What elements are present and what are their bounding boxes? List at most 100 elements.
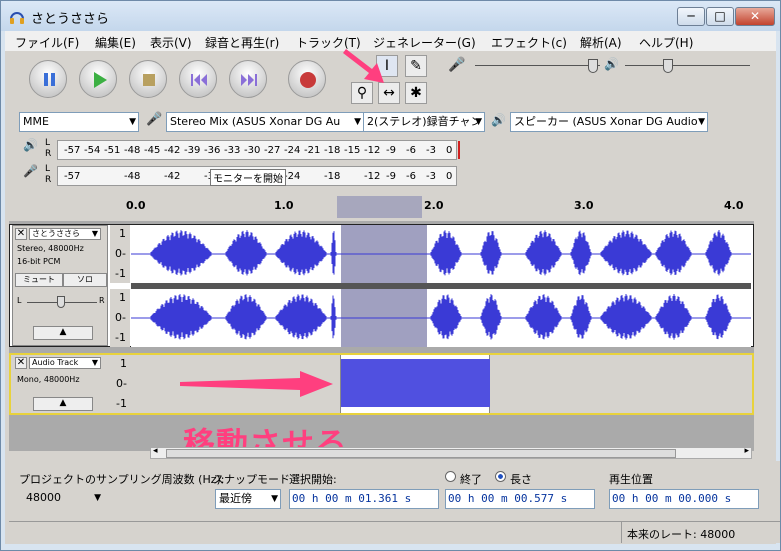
collapse-track-button[interactable]: ▲: [33, 326, 93, 340]
pan-left-label: L: [17, 296, 22, 305]
ruler-label: 4.0: [724, 199, 744, 212]
record-button[interactable]: [288, 60, 326, 98]
timeline-ruler[interactable]: 0.0 1.0 2.0 3.0 4.0: [126, 196, 748, 218]
menu-transport[interactable]: 録音と再生(r): [205, 34, 279, 51]
recording-meter-right-label: R: [45, 175, 52, 185]
monitor-tooltip: モニターを開始: [210, 169, 286, 186]
end-radio[interactable]: [445, 471, 456, 482]
selection-start-time[interactable]: 00 h 00 m 01.361 s: [289, 489, 439, 509]
playback-position-time[interactable]: 00 h 00 m 00.000 s: [609, 489, 759, 509]
speaker-icon: 🔊: [491, 113, 506, 127]
close-button[interactable]: ✕: [735, 7, 775, 26]
mono-track[interactable]: ✕ Audio Track ▼ Mono, 48000Hz ▲ 1 0- -1: [9, 353, 754, 415]
horizontal-scrollbar[interactable]: ◂ ▸: [150, 446, 752, 459]
draw-tool-button[interactable]: ✎: [405, 55, 427, 77]
minimize-button[interactable]: ─: [677, 7, 705, 26]
meter-tick: -21: [304, 145, 321, 156]
scale-label: 0-: [115, 311, 126, 324]
stop-icon: [143, 74, 155, 86]
multi-tool-button[interactable]: ✱: [405, 82, 427, 104]
meter-tick: -36: [204, 145, 221, 156]
meter-tick: -12: [364, 145, 381, 156]
speaker-icon: 🔊: [23, 138, 38, 152]
move-arrow-annotation: [180, 371, 333, 397]
meter-tick: -42: [164, 145, 181, 156]
client-area: Ⅰ ✎ ⚲ ↔ ✱ 🎤 🔊 MME ▼ 🎤 Stereo Mix (ASUS Xo…: [5, 49, 780, 544]
solo-button[interactable]: ソロ: [63, 273, 107, 287]
audio-host-value: MME: [23, 115, 49, 128]
headphones-icon: [10, 12, 24, 24]
track1-right-waveform[interactable]: [131, 289, 751, 347]
menu-edit[interactable]: 編集(E): [95, 34, 136, 51]
pan-slider[interactable]: [57, 296, 65, 308]
menu-effect[interactable]: エフェクト(c): [491, 34, 567, 51]
microphone-icon: 🎤: [448, 57, 466, 73]
scroll-left-icon: ◂: [153, 446, 158, 456]
maximize-button[interactable]: □: [706, 7, 734, 26]
playback-meter-scale: -57 -54 -51 -48 -45 -42 -39 -36 -33 -30 …: [57, 140, 460, 160]
output-volume-slider[interactable]: [663, 59, 673, 73]
skip-end-button[interactable]: [229, 60, 267, 98]
pause-button[interactable]: [29, 60, 67, 98]
scroll-thumb[interactable]: [166, 449, 676, 458]
chevron-down-icon: ▼: [129, 117, 136, 127]
meter-tick: -9: [386, 171, 396, 182]
snap-mode-label: スナップモード: [213, 473, 290, 486]
track-close-button[interactable]: ✕: [15, 228, 27, 240]
channels-select[interactable]: 2(ステレオ)録音チャン ▼: [363, 112, 485, 132]
skip-start-button[interactable]: [179, 60, 217, 98]
playback-meter-left-label: L: [45, 138, 51, 148]
scroll-right-icon: ▸: [744, 446, 749, 456]
snap-mode-select[interactable]: 最近傍 ▼: [215, 489, 281, 509]
input-device-select[interactable]: Stereo Mix (ASUS Xonar DG Au ▼: [166, 112, 364, 132]
menu-view[interactable]: 表示(V): [150, 34, 192, 51]
selection-length-time[interactable]: 00 h 00 m 00.577 s: [445, 489, 595, 509]
menu-analyze[interactable]: 解析(A): [580, 34, 622, 51]
project-rate-label: プロジェクトのサンプリング周波数 (Hz):: [19, 473, 225, 486]
meter-tick: -57: [64, 145, 81, 156]
scale-label: -1: [115, 331, 126, 344]
title-bar: さとうささら ─ □ ✕: [1, 1, 780, 31]
audio-clip[interactable]: [340, 355, 490, 413]
menu-help[interactable]: ヘルプ(H): [639, 34, 693, 51]
track-control-panel: ✕ Audio Track ▼ Mono, 48000Hz ▲: [13, 355, 109, 413]
pencil-icon: ✎: [410, 58, 422, 74]
meter-tick: -57: [64, 171, 81, 182]
recording-meter-left-label: L: [45, 164, 51, 174]
clip-indicator: [458, 141, 460, 159]
snap-mode-value: 最近傍: [219, 492, 252, 505]
collapse-track-button[interactable]: ▲: [33, 397, 93, 411]
output-device-select[interactable]: スピーカー (ASUS Xonar DG Audio ▼: [510, 112, 708, 132]
project-rate-select[interactable]: 48000 ▼: [23, 489, 103, 509]
playback-meter[interactable]: 🔊 L R -57 -54 -51 -48 -45 -42 -39 -36 -3…: [15, 138, 465, 163]
recording-meter[interactable]: 🎤 L R -57 -48 -42 -3 -24 -18 -12 -9 -6 -…: [15, 164, 465, 189]
input-volume-slider[interactable]: [588, 59, 598, 73]
stereo-track[interactable]: ✕ さとうささら ▼ Stereo, 48000Hz 16-bit PCM ミュ…: [9, 224, 754, 347]
meter-tick: -18: [324, 171, 341, 182]
track-close-button[interactable]: ✕: [15, 357, 27, 369]
output-volume-track: [625, 65, 750, 66]
stop-button[interactable]: [129, 60, 167, 98]
ruler-label: 2.0: [424, 199, 444, 212]
menu-file[interactable]: ファイル(F): [15, 34, 79, 51]
project-rate-value: 48000: [26, 491, 61, 504]
play-button[interactable]: [79, 60, 117, 98]
skip-start-icon: [191, 74, 207, 86]
chevron-up-icon: ▲: [59, 398, 67, 408]
length-radio[interactable]: [495, 471, 506, 482]
track1-left-waveform[interactable]: [131, 225, 751, 283]
length-radio-label: 長さ: [510, 473, 532, 486]
meter-tick: -3: [426, 145, 436, 156]
pan-right-label: R: [99, 296, 105, 305]
meter-tick: 0: [446, 145, 453, 156]
speaker-icon: 🔊: [604, 57, 619, 71]
meter-tick: -27: [264, 145, 281, 156]
scale-label: 1: [120, 357, 127, 370]
track-name-menu[interactable]: Audio Track ▼: [29, 357, 101, 369]
track-format: Stereo, 48000Hz: [17, 244, 84, 253]
magnifier-icon: ⚲: [356, 85, 368, 101]
audio-host-select[interactable]: MME ▼: [19, 112, 139, 132]
meter-tick: -39: [184, 145, 201, 156]
mute-button[interactable]: ミュート: [15, 273, 63, 287]
track-name-menu[interactable]: さとうささら ▼: [29, 228, 101, 240]
